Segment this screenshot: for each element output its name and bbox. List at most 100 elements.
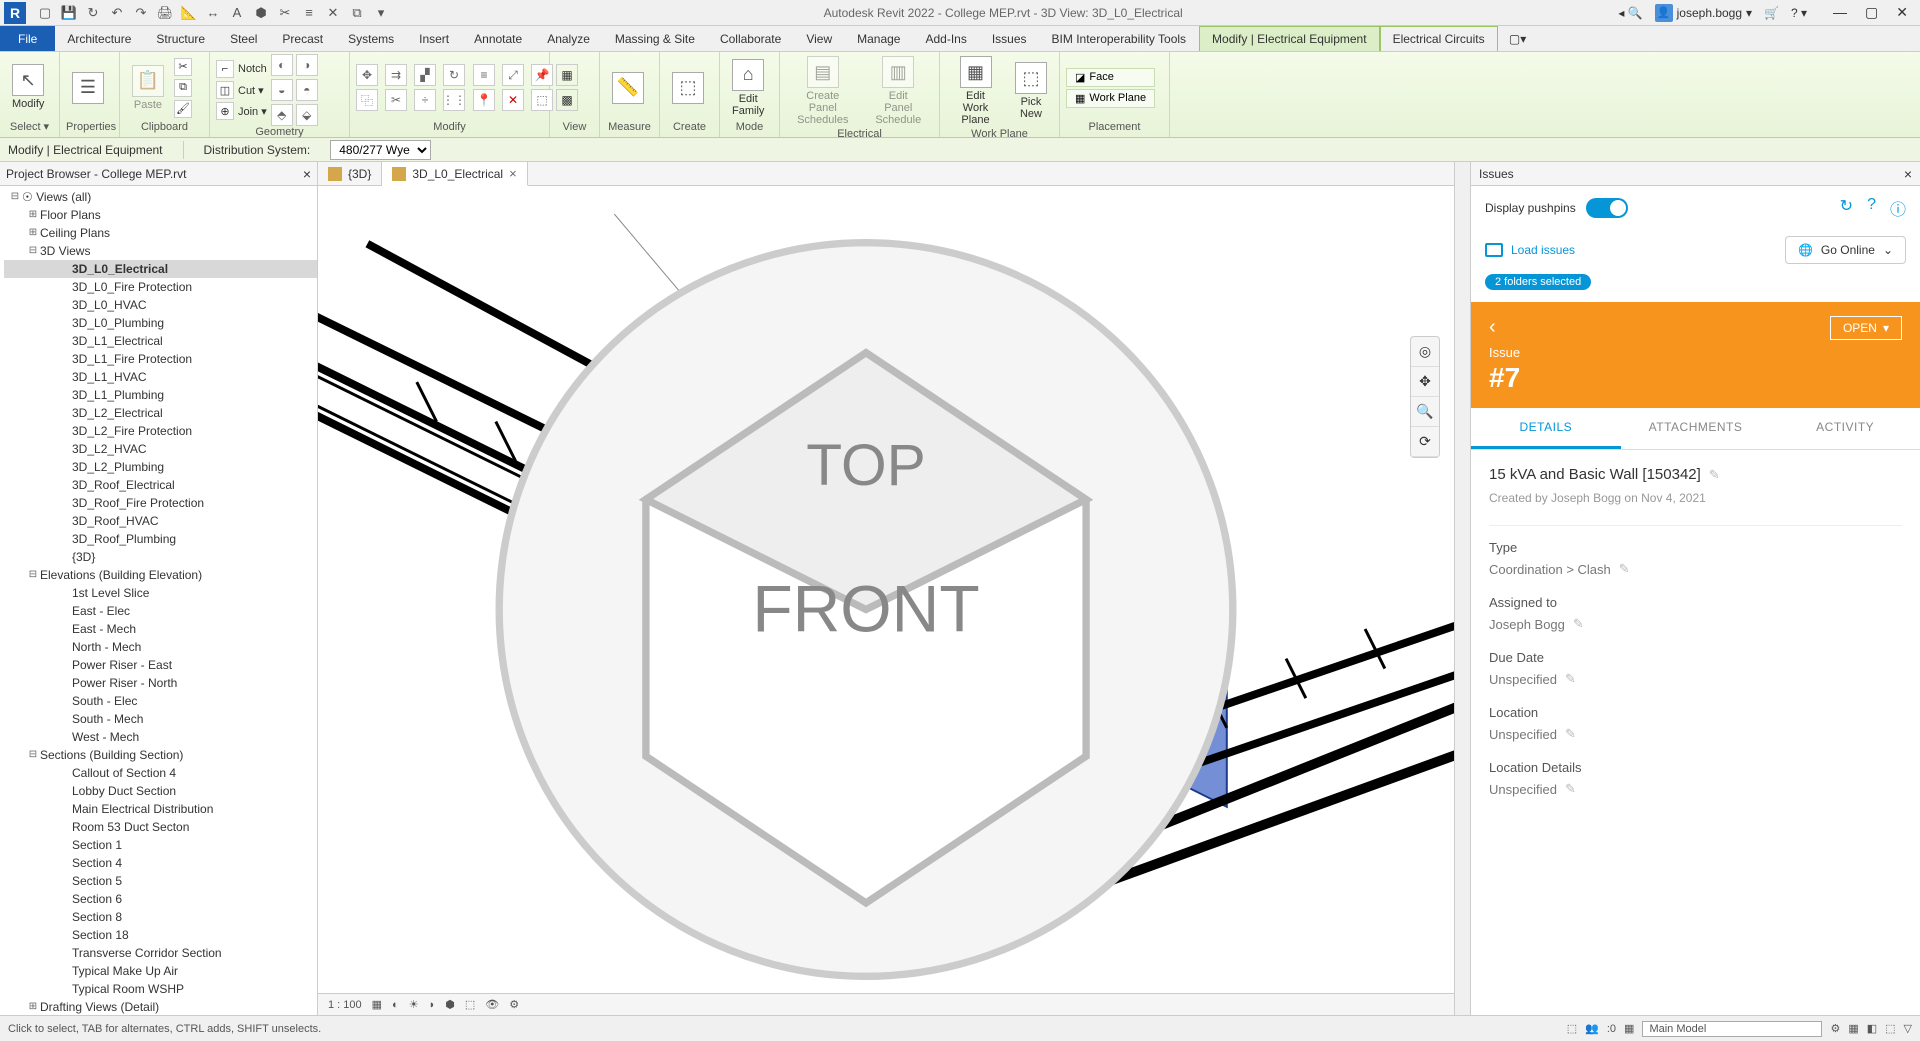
- status-tool-2[interactable]: ▦: [1848, 1022, 1858, 1035]
- tab-activity[interactable]: ACTIVITY: [1770, 408, 1920, 449]
- tree-node[interactable]: 3D_L1_Fire Protection: [4, 350, 317, 368]
- qat-section-icon[interactable]: ✂: [276, 4, 294, 22]
- nav-wheel-icon[interactable]: ◎: [1411, 337, 1439, 367]
- tree-node[interactable]: Lobby Duct Section: [4, 782, 317, 800]
- main-model-select[interactable]: Main Model: [1642, 1021, 1822, 1037]
- status-worksets-icon[interactable]: 👥: [1585, 1022, 1599, 1035]
- geom-tool-3[interactable]: ◒: [271, 79, 293, 101]
- search-icon[interactable]: ◂ 🔍: [1618, 6, 1642, 20]
- edit-workplane-button[interactable]: ▦Edit Work Plane: [946, 54, 1005, 128]
- tab-analyze[interactable]: Analyze: [535, 26, 603, 51]
- tree-node[interactable]: Typical Room WSHP: [4, 980, 317, 998]
- qat-3d-icon[interactable]: ⬢: [252, 4, 270, 22]
- minimize-button[interactable]: —: [1829, 4, 1851, 21]
- geom-tool-1[interactable]: ◐: [271, 54, 293, 76]
- tree-node[interactable]: 1st Level Slice: [4, 584, 317, 602]
- vc-sun-icon[interactable]: ☀: [409, 998, 419, 1011]
- vc-render-icon[interactable]: ⬢: [445, 998, 455, 1011]
- status-tool-3[interactable]: ◧: [1867, 1022, 1877, 1035]
- tab-overflow-icon[interactable]: ▢▾: [1498, 26, 1538, 51]
- tab-precast[interactable]: Precast: [270, 26, 336, 51]
- tab-addins[interactable]: Add-Ins: [913, 26, 979, 51]
- scale-label[interactable]: 1 : 100: [328, 999, 362, 1011]
- tab-manage[interactable]: Manage: [845, 26, 913, 51]
- go-online-button[interactable]: 🌐 Go Online ⌄: [1785, 236, 1906, 264]
- view-tab-electrical[interactable]: 3D_L0_Electrical×: [382, 162, 527, 186]
- qat-sync-icon[interactable]: ↻: [84, 4, 102, 22]
- tab-collaborate[interactable]: Collaborate: [708, 26, 794, 51]
- tree-node[interactable]: 3D_L2_Fire Protection: [4, 422, 317, 440]
- modify-button[interactable]: ↖Modify: [6, 62, 50, 112]
- status-icon-1[interactable]: ⬚: [1567, 1022, 1577, 1035]
- move-button[interactable]: ✥: [356, 64, 378, 86]
- tree-node[interactable]: 3D_L0_Plumbing: [4, 314, 317, 332]
- pushpins-toggle[interactable]: [1586, 198, 1628, 218]
- 3d-canvas[interactable]: ⚡ #3 480 V 0 VA Other FRONT TOP ◎ ✥ 🔍 ⟳: [318, 186, 1454, 993]
- array-button[interactable]: ⋮⋮: [443, 89, 465, 111]
- vc-reveal-icon[interactable]: ⚙: [509, 998, 519, 1011]
- tab-details[interactable]: DETAILS: [1471, 408, 1621, 449]
- vc-shadow-icon[interactable]: ◗: [429, 999, 436, 1011]
- tree-node[interactable]: Section 8: [4, 908, 317, 926]
- tree-node[interactable]: Callout of Section 4: [4, 764, 317, 782]
- tree-node[interactable]: North - Mech: [4, 638, 317, 656]
- tree-node[interactable]: ⊟Elevations (Building Elevation): [4, 566, 317, 584]
- tree-node[interactable]: Main Electrical Distribution: [4, 800, 317, 818]
- tree-node[interactable]: Typical Make Up Air: [4, 962, 317, 980]
- view-tool-2[interactable]: ▩: [556, 89, 578, 111]
- offset-button[interactable]: ⇉: [385, 64, 407, 86]
- tree-node[interactable]: 3D_L0_Fire Protection: [4, 278, 317, 296]
- nav-pan-icon[interactable]: ✥: [1411, 367, 1439, 397]
- tab-attachments[interactable]: ATTACHMENTS: [1621, 408, 1771, 449]
- qat-redo-icon[interactable]: ↷: [132, 4, 150, 22]
- mirror-button[interactable]: ▞: [414, 64, 436, 86]
- cart-icon[interactable]: 🛒: [1764, 6, 1779, 20]
- status-filter-icon[interactable]: ▽: [1904, 1022, 1912, 1035]
- paste-button[interactable]: 📋Paste: [126, 63, 170, 113]
- viewcube[interactable]: FRONT TOP: [318, 206, 1434, 993]
- tree-node[interactable]: Power Riser - North: [4, 674, 317, 692]
- qat-save-icon[interactable]: 💾: [60, 4, 78, 22]
- rotate-button[interactable]: ↻: [443, 64, 465, 86]
- tree-node[interactable]: East - Elec: [4, 602, 317, 620]
- tab-bim[interactable]: BIM Interoperability Tools: [1040, 26, 1200, 51]
- tree-node[interactable]: 3D_L1_Electrical: [4, 332, 317, 350]
- tree-node[interactable]: 3D_L1_HVAC: [4, 368, 317, 386]
- tab-steel[interactable]: Steel: [218, 26, 270, 51]
- tree-node[interactable]: ⊞Drafting Views (Detail): [4, 998, 317, 1015]
- status-tool-1[interactable]: ⚙: [1830, 1022, 1840, 1035]
- tree-node[interactable]: Section 5: [4, 872, 317, 890]
- vc-hide-icon[interactable]: 👁: [485, 998, 499, 1011]
- edit-type-icon[interactable]: ✎: [1619, 561, 1630, 577]
- split-button[interactable]: ÷: [414, 89, 436, 111]
- tree-node[interactable]: Section 18: [4, 926, 317, 944]
- tree-node[interactable]: 3D_L0_HVAC: [4, 296, 317, 314]
- tree-node[interactable]: 3D_Roof_Fire Protection: [4, 494, 317, 512]
- unpin-button[interactable]: 📍: [473, 89, 495, 111]
- tab-architecture[interactable]: Architecture: [55, 26, 144, 51]
- tree-node[interactable]: ⊞Floor Plans: [4, 206, 317, 224]
- info-icon[interactable]: ⓘ: [1890, 196, 1906, 220]
- edit-locdetails-icon[interactable]: ✎: [1565, 781, 1576, 797]
- load-issues-button[interactable]: Load issues: [1485, 243, 1575, 257]
- browser-close-icon[interactable]: ×: [303, 166, 311, 182]
- tree-node[interactable]: 3D_Roof_Plumbing: [4, 530, 317, 548]
- tab-view[interactable]: View: [794, 26, 845, 51]
- qat-dropdown-icon[interactable]: ▾: [372, 4, 390, 22]
- close-button[interactable]: ✕: [1892, 4, 1912, 21]
- measure-button[interactable]: 📏: [606, 70, 650, 106]
- refresh-icon[interactable]: ↻: [1840, 196, 1853, 220]
- qat-open-icon[interactable]: ▢: [36, 4, 54, 22]
- status-tool-4[interactable]: ⬚: [1885, 1022, 1895, 1035]
- qat-thin-icon[interactable]: ≡: [300, 4, 318, 22]
- tree-node[interactable]: 3D_L2_Plumbing: [4, 458, 317, 476]
- match-button[interactable]: 🖌: [174, 100, 192, 118]
- edit-location-icon[interactable]: ✎: [1565, 726, 1576, 742]
- edit-due-icon[interactable]: ✎: [1565, 671, 1576, 687]
- trim-button[interactable]: ✂: [385, 89, 407, 111]
- user-menu[interactable]: 👤 joseph.bogg ▾: [1655, 4, 1752, 22]
- tree-node[interactable]: Power Riser - East: [4, 656, 317, 674]
- qat-close-icon[interactable]: ✕: [324, 4, 342, 22]
- tree-node[interactable]: Room 53 Duct Secton: [4, 818, 317, 836]
- open-status-button[interactable]: OPEN▾: [1830, 316, 1902, 340]
